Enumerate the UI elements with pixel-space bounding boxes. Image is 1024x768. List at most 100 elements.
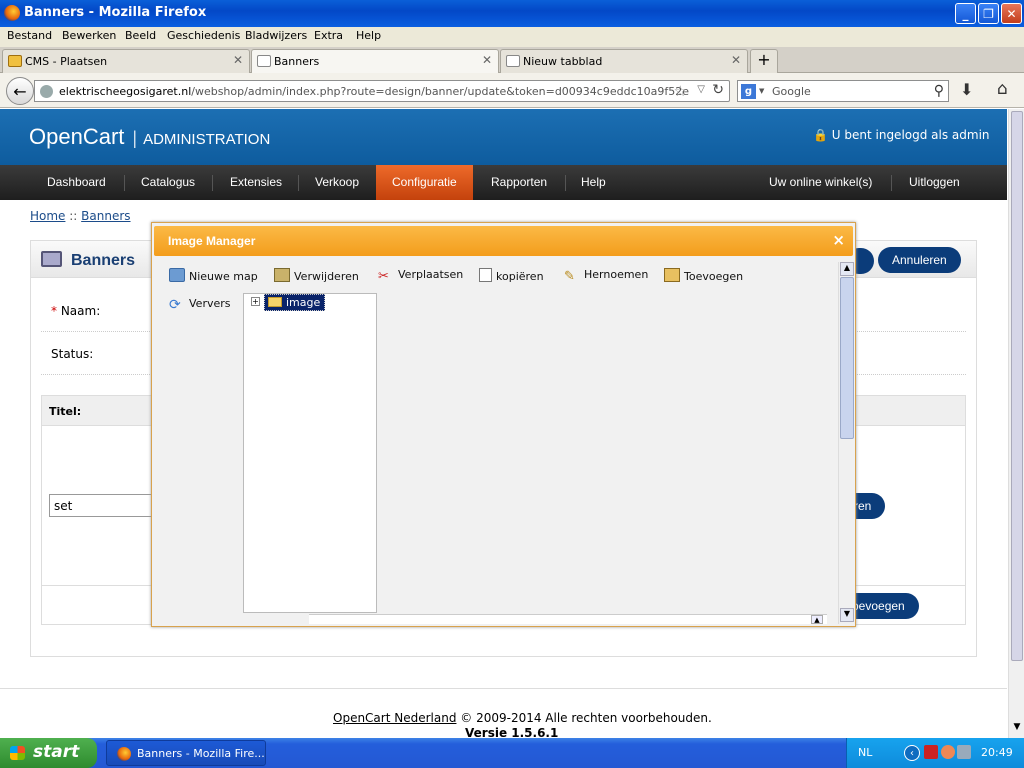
title-column-header: Titel: (49, 405, 82, 418)
dialog-title: Image Manager (168, 234, 256, 248)
window-title: Banners - Mozilla Firefox (24, 5, 207, 20)
search-box[interactable]: g ▼ Google ⚲ (737, 80, 949, 102)
breadcrumb-home[interactable]: Home (30, 209, 65, 223)
tab-label: CMS - Plaatsen (25, 55, 108, 68)
start-button[interactable]: start (0, 738, 97, 768)
menu-bewerken[interactable]: Bewerken (62, 29, 116, 42)
scroll-up-icon[interactable]: ▲ (811, 615, 823, 624)
tray-app-icon[interactable] (941, 745, 955, 759)
scroll-down-icon[interactable]: ▼ (840, 608, 854, 622)
tab-close-icon[interactable]: ✕ (233, 53, 243, 67)
scroll-up-icon[interactable]: ▲ (840, 262, 854, 276)
window-titlebar: Banners - Mozilla Firefox _ ❐ ✕ (0, 0, 1024, 27)
page-icon (257, 55, 271, 67)
reload-icon[interactable]: ↻ (712, 82, 724, 98)
name-label: * Naam: (51, 304, 101, 318)
home-icon[interactable]: ⌂ (997, 79, 1008, 99)
minimize-button[interactable]: _ (955, 3, 976, 24)
menu-geschiedenis[interactable]: Geschiedenis (167, 29, 240, 42)
google-icon: g (741, 84, 756, 99)
search-icon[interactable]: ⚲ (934, 83, 944, 99)
windows-logo-icon (10, 746, 25, 760)
tab-close-icon[interactable]: ✕ (482, 53, 492, 67)
expand-icon[interactable]: + (251, 297, 260, 306)
opencart-logo: OpenCart | ADMINISTRATION (29, 124, 271, 149)
folder-icon (268, 297, 282, 307)
dropdown-icon[interactable]: ▽ (697, 84, 705, 95)
new-folder-button[interactable]: Nieuwe map (169, 268, 258, 283)
menu-extra[interactable]: Extra (314, 29, 343, 42)
opencart-nl-link[interactable]: OpenCart Nederland (333, 711, 456, 725)
menu-help-admin[interactable]: Help (581, 165, 606, 200)
menu-help[interactable]: Help (356, 29, 381, 42)
banner-image-icon (41, 251, 62, 267)
dialog-close-icon[interactable]: × (832, 231, 845, 249)
download-icon[interactable]: ⬇ (960, 80, 973, 99)
lock-icon: 🔒 (813, 128, 828, 142)
url-bar[interactable]: elektrischeegosigaret.nl/webshop/admin/i… (34, 80, 730, 102)
scroll-thumb[interactable] (840, 277, 854, 439)
upload-button[interactable]: Toevoegen (664, 268, 743, 283)
dialog-scrollbar[interactable]: ▲ ▼ (838, 262, 854, 624)
language-indicator[interactable]: NL (858, 746, 872, 759)
folder-icon (169, 268, 185, 282)
menu-catalogus[interactable]: Catalogus (141, 165, 195, 200)
clock[interactable]: 20:49 (981, 746, 1013, 759)
network-icon[interactable] (957, 745, 971, 759)
tab-close-icon[interactable]: ✕ (731, 53, 741, 67)
copyright: OpenCart Nederland © 2009-2014 Alle rech… (333, 711, 712, 725)
copy-icon (479, 268, 492, 282)
status-label: Status: (51, 347, 94, 361)
dialog-header: Image Manager × (154, 226, 853, 256)
menu-dashboard[interactable]: Dashboard (47, 165, 106, 200)
menu-configuratie[interactable]: Configuratie (376, 165, 473, 200)
menu-verkoop[interactable]: Verkoop (315, 165, 359, 200)
menu-beeld[interactable]: Beeld (125, 29, 156, 42)
trash-icon (274, 268, 290, 282)
cancel-button[interactable]: Annuleren (878, 247, 961, 273)
firefox-icon (117, 747, 131, 761)
tab-nieuw-tabblad[interactable]: Nieuw tabblad ✕ (500, 49, 748, 73)
rename-button[interactable]: ✎ Hernoemen (564, 268, 648, 284)
admin-menu: Dashboard Catalogus Extensies Verkoop Co… (0, 165, 1007, 200)
tab-banners[interactable]: Banners ✕ (251, 49, 499, 73)
show-hidden-icons-icon[interactable]: ‹ (904, 745, 920, 761)
menu-extensies[interactable]: Extensies (230, 165, 282, 200)
delete-button[interactable]: Verwijderen (274, 268, 359, 283)
url-text: elektrischeegosigaret.nl/webshop/admin/i… (59, 85, 689, 98)
image-title-input[interactable] (49, 494, 159, 517)
maximize-button[interactable]: ❐ (978, 3, 999, 24)
back-button[interactable]: ← (6, 77, 34, 105)
tray-app-icon[interactable] (924, 745, 938, 759)
page-scrollbar[interactable]: ▼ (1008, 109, 1024, 738)
menu-logout[interactable]: Uitloggen (909, 165, 960, 200)
scroll-down-icon[interactable]: ▼ (1011, 722, 1023, 736)
menu-online-stores[interactable]: Uw online winkel(s) (769, 165, 872, 200)
logged-in-status: 🔒 U bent ingelogd als admin (813, 128, 990, 142)
engine-dropdown-icon[interactable]: ▼ (759, 87, 764, 95)
new-tab-button[interactable]: + (750, 49, 778, 73)
taskbar-item-firefox[interactable]: Banners - Mozilla Fire... (106, 740, 266, 766)
menu-bestand[interactable]: Bestand (7, 29, 52, 42)
scroll-thumb[interactable] (1011, 111, 1023, 661)
tab-bar: CMS - Plaatsen ✕ Banners ✕ Nieuw tabblad… (0, 47, 1024, 73)
tab-label: Banners (274, 55, 320, 68)
menu-rapporten[interactable]: Rapporten (491, 165, 547, 200)
upload-icon (664, 268, 680, 282)
tab-cms-plaatsen[interactable]: CMS - Plaatsen ✕ (2, 49, 250, 73)
page-title: Banners (71, 252, 136, 269)
breadcrumb-banners[interactable]: Banners (81, 209, 130, 223)
copy-button[interactable]: kopiëren (479, 268, 544, 283)
search-placeholder: Google (772, 85, 811, 98)
move-button[interactable]: ✂ Verplaatsen (378, 268, 463, 284)
tree-node-image[interactable]: image (264, 294, 326, 311)
refresh-button[interactable]: ⟳ Ververs (169, 297, 231, 313)
horizontal-scrollbar[interactable] (309, 614, 827, 624)
navigation-bar: ← elektrischeegosigaret.nl/webshop/admin… (0, 73, 1024, 108)
close-window-button[interactable]: ✕ (1001, 3, 1022, 24)
menu-bar: Bestand Bewerken Beeld Geschiedenis Blad… (0, 27, 1024, 47)
bookmark-star-icon[interactable]: ☆ (674, 82, 687, 100)
menu-bladwijzers[interactable]: Bladwijzers (245, 29, 307, 42)
breadcrumb-separator: :: (65, 209, 82, 223)
refresh-icon: ⟳ (169, 297, 181, 313)
